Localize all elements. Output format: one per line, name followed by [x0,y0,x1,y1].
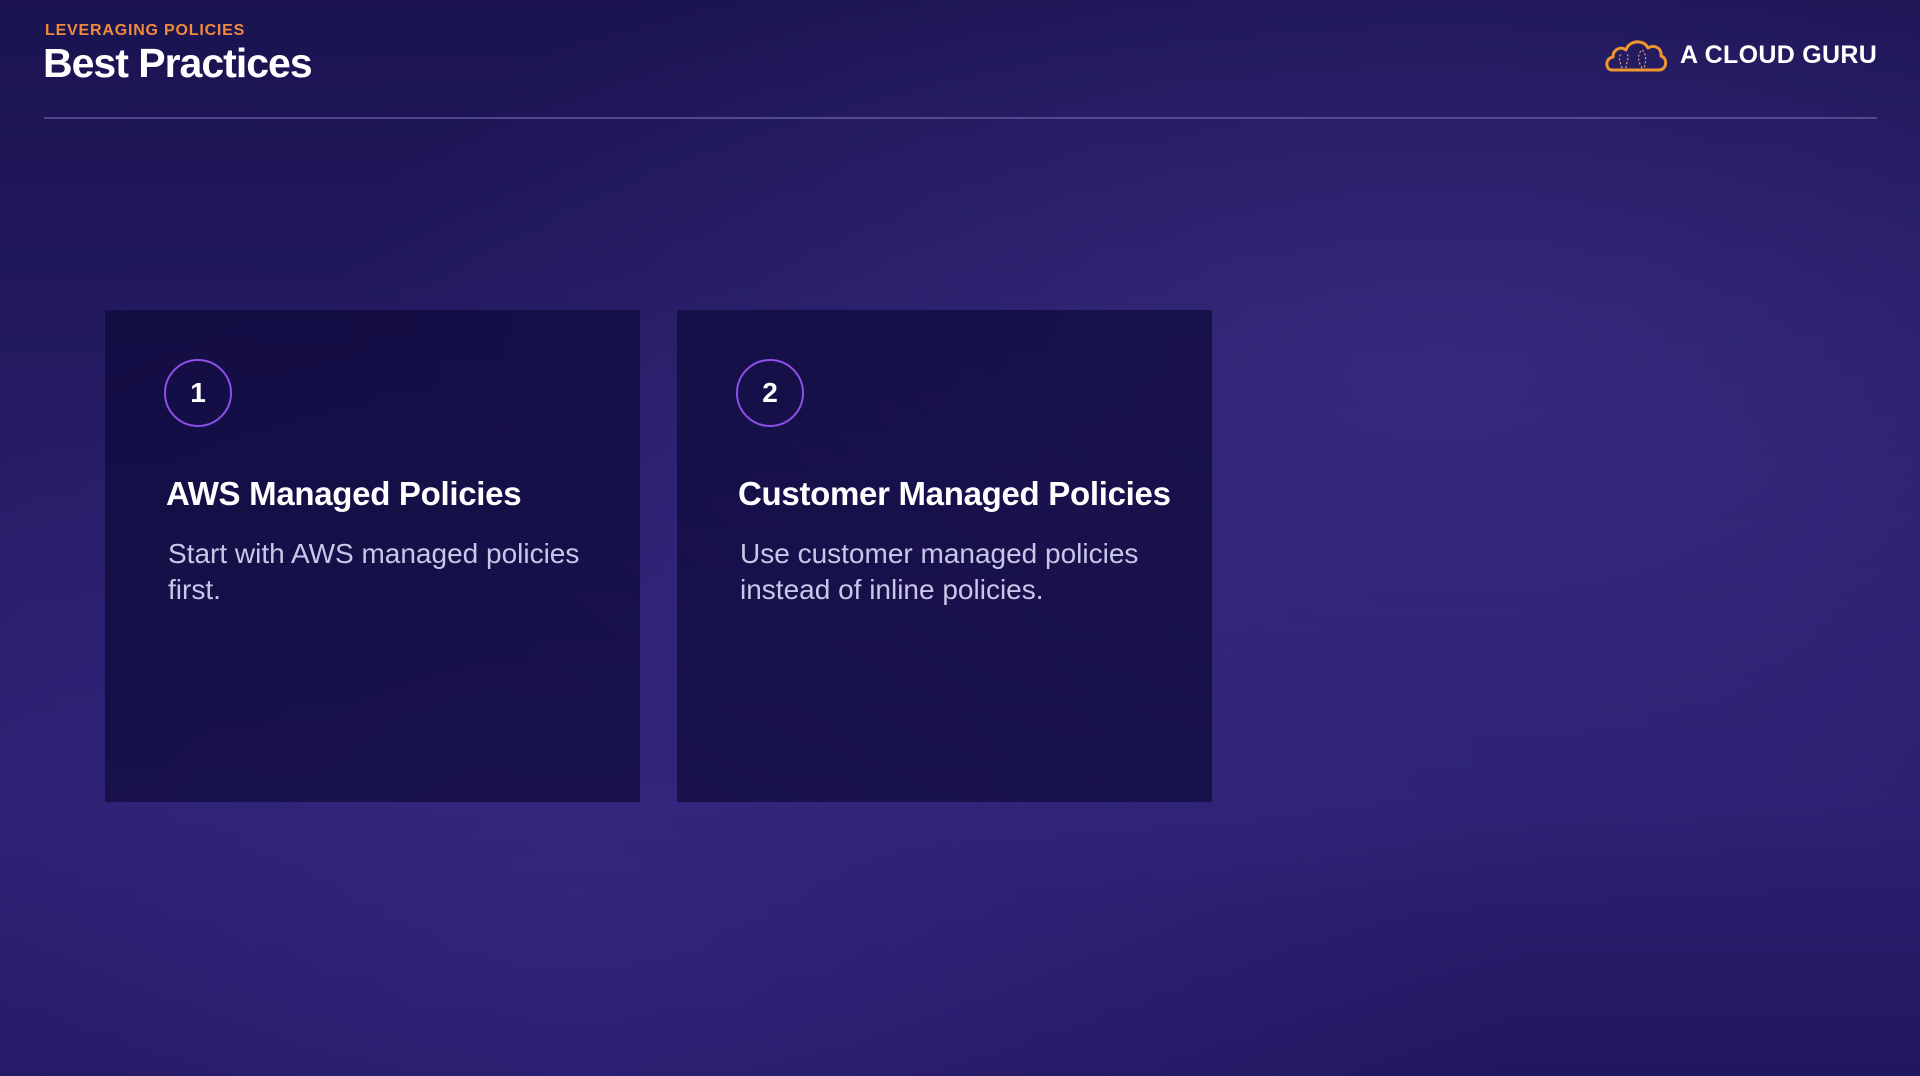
header-divider [44,117,1877,119]
card-body: Start with AWS managed policies first. [168,538,580,605]
brand-name: A CLOUD GURU [1680,40,1878,69]
page-title: Best Practices [43,40,313,86]
brand-logo: A CLOUD GURU [1604,36,1877,74]
card-heading: Customer Managed Policies [738,475,1171,512]
practice-card-2: 2 Customer Managed Policies Use customer… [677,310,1212,802]
card-heading: AWS Managed Policies [166,475,522,512]
cloud-logo-icon [1605,40,1668,72]
practice-card-1: 1 AWS Managed Policies Start with AWS ma… [105,310,640,802]
card-body: Use customer managed policies instead of… [740,538,1139,605]
step-number-badge: 1 [164,359,232,427]
step-number-badge: 2 [736,359,804,427]
section-eyebrow: LEVERAGING POLICIES [45,22,246,39]
